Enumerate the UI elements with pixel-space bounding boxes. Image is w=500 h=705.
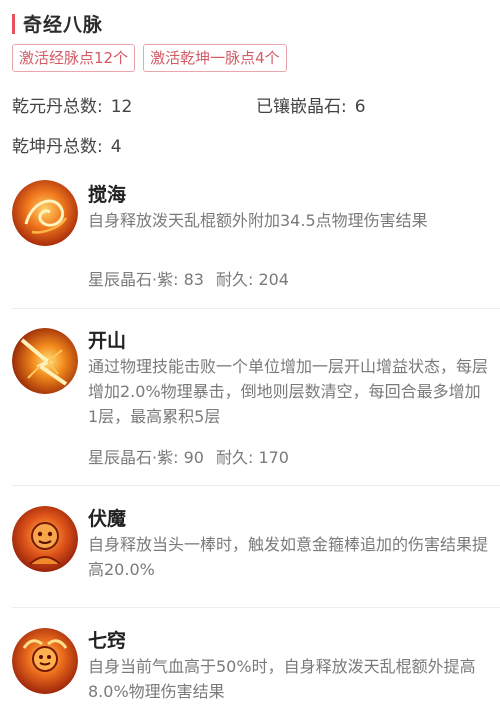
stat-qiankun: 乾坤丹总数: 4 <box>12 132 122 157</box>
mountain-crack-icon <box>12 328 78 394</box>
stat-qiankun-value: 4 <box>110 137 122 157</box>
gem-value: 90 <box>183 448 204 467</box>
divider <box>12 308 500 309</box>
stat-qianyuan: 乾元丹总数: 12 <box>12 92 132 117</box>
stat-jingshi-value: 6 <box>354 97 366 117</box>
swirl-fire-icon <box>12 180 78 246</box>
skill-name: 伏魔 <box>88 508 127 530</box>
header-accent-bar <box>12 13 15 34</box>
skill-name: 七窍 <box>88 630 127 652</box>
stat-qiankun-label: 乾坤丹总数: <box>12 137 103 157</box>
monkey-demon-icon <box>12 506 78 572</box>
section-header: 奇经八脉 <box>12 10 103 37</box>
skill-name: 开山 <box>88 330 127 352</box>
divider <box>12 607 500 608</box>
section-title: 奇经八脉 <box>23 14 104 36</box>
gem-value: 83 <box>183 270 204 289</box>
skill-description: 自身释放泼天乱棍额外附加34.5点物理伤害结果 <box>88 211 428 230</box>
stat-qianyuan-label: 乾元丹总数: <box>12 97 103 117</box>
tag-row: 激活经脉点12个 激活乾坤一脉点4个 <box>12 44 287 72</box>
tag-meridian-points: 激活经脉点12个 <box>12 44 136 72</box>
durability-value: 204 <box>258 270 289 289</box>
durability-label: 耐久: <box>215 270 254 289</box>
skill-description: 自身释放当头一棒时，触发如意金箍棒追加的伤害结果提高20.0% <box>88 535 489 579</box>
stat-jingshi: 已镶嵌晶石: 6 <box>256 92 366 117</box>
stat-jingshi-label: 已镶嵌晶石: <box>256 97 347 117</box>
durability-value: 170 <box>258 448 289 467</box>
durability-label: 耐久: <box>215 448 254 467</box>
gem-label: 星辰晶石·紫: <box>88 448 179 467</box>
tag-qiankun-points: 激活乾坤一脉点4个 <box>143 44 287 72</box>
skill-stats: 星辰晶石·紫: 90 耐久: 170 <box>88 444 289 468</box>
skill-name: 搅海 <box>88 184 127 206</box>
stat-qianyuan-value: 12 <box>110 97 133 117</box>
fiery-monkey-icon <box>12 628 78 694</box>
divider <box>12 485 500 486</box>
skill-stats: 星辰晶石·紫: 83 耐久: 204 <box>88 266 289 290</box>
skill-description: 通过物理技能击败一个单位增加一层开山增益状态，每层增加2.0%物理暴击，倒地则层… <box>88 357 489 426</box>
gem-label: 星辰晶石·紫: <box>88 270 179 289</box>
skill-description: 自身当前气血高于50%时，自身释放泼天乱棍额外提高8.0%物理伤害结果 <box>88 657 476 701</box>
